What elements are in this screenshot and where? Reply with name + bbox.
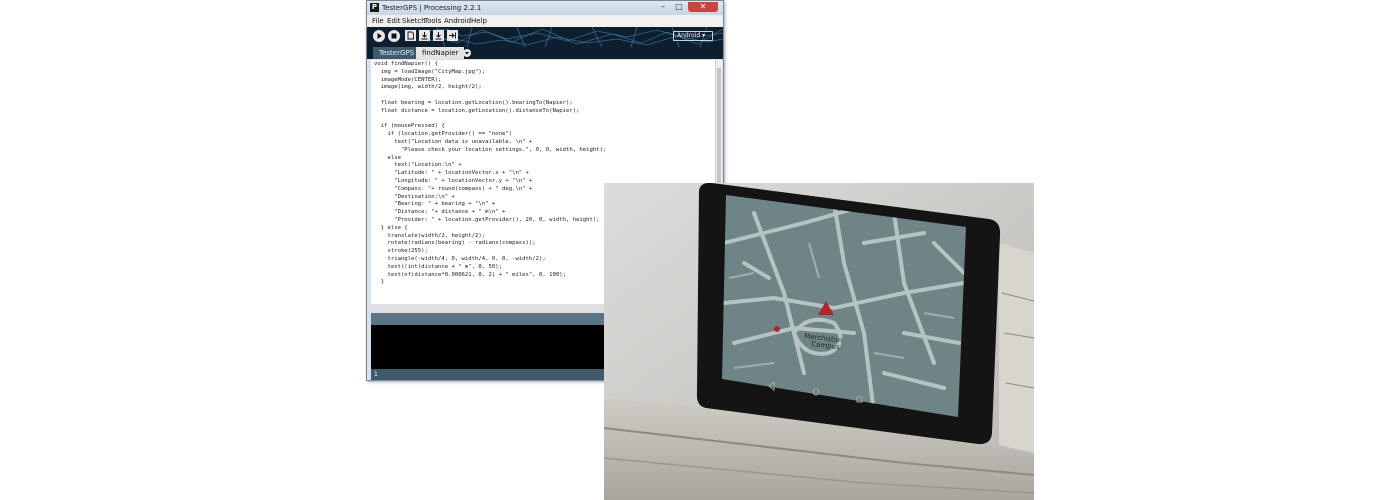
tab-menu-button[interactable] <box>463 49 471 57</box>
stop-button[interactable] <box>388 30 400 42</box>
export-icon <box>449 32 456 39</box>
new-icon <box>407 31 414 40</box>
toolbar: Android ▾ <box>367 27 723 47</box>
open-button[interactable] <box>419 30 430 41</box>
menu-sketch[interactable]: Sketch <box>402 16 426 26</box>
title-bar: P TesterGPS | Processing 2.2.1 – □ ✕ <box>367 1 723 15</box>
run-button[interactable] <box>373 30 385 42</box>
close-button[interactable]: ✕ <box>688 2 718 12</box>
line-number: 1 <box>374 371 378 378</box>
window-title: TesterGPS | Processing 2.2.1 <box>382 4 482 12</box>
menu-help[interactable]: Help <box>471 16 487 26</box>
maximize-button[interactable]: □ <box>672 2 686 12</box>
new-button[interactable] <box>405 30 416 41</box>
tab-bar: TesterGPS findNapier <box>367 47 723 59</box>
save-button[interactable] <box>433 30 444 41</box>
menu-edit[interactable]: Edit <box>387 16 401 26</box>
menu-bar: File Edit Sketch Tools Android Help <box>367 15 723 27</box>
tablet-photo: Merchiston Campus <box>604 183 1034 500</box>
run-icon <box>377 33 382 39</box>
save-icon <box>435 32 442 40</box>
chevron-down-icon <box>465 52 469 55</box>
tab-testergps[interactable]: TesterGPS <box>373 47 421 59</box>
location-dot <box>774 326 780 332</box>
mode-selector[interactable]: Android ▾ <box>673 31 713 41</box>
menu-android[interactable]: Android <box>444 16 471 26</box>
open-icon <box>421 32 428 40</box>
export-button[interactable] <box>447 30 458 41</box>
menu-file[interactable]: File <box>372 16 384 26</box>
processing-app-icon: P <box>370 3 379 12</box>
minimize-button[interactable]: – <box>656 2 670 12</box>
stop-icon <box>391 33 397 39</box>
menu-tools[interactable]: Tools <box>424 16 441 26</box>
tab-findnapier[interactable]: findNapier <box>416 47 465 59</box>
